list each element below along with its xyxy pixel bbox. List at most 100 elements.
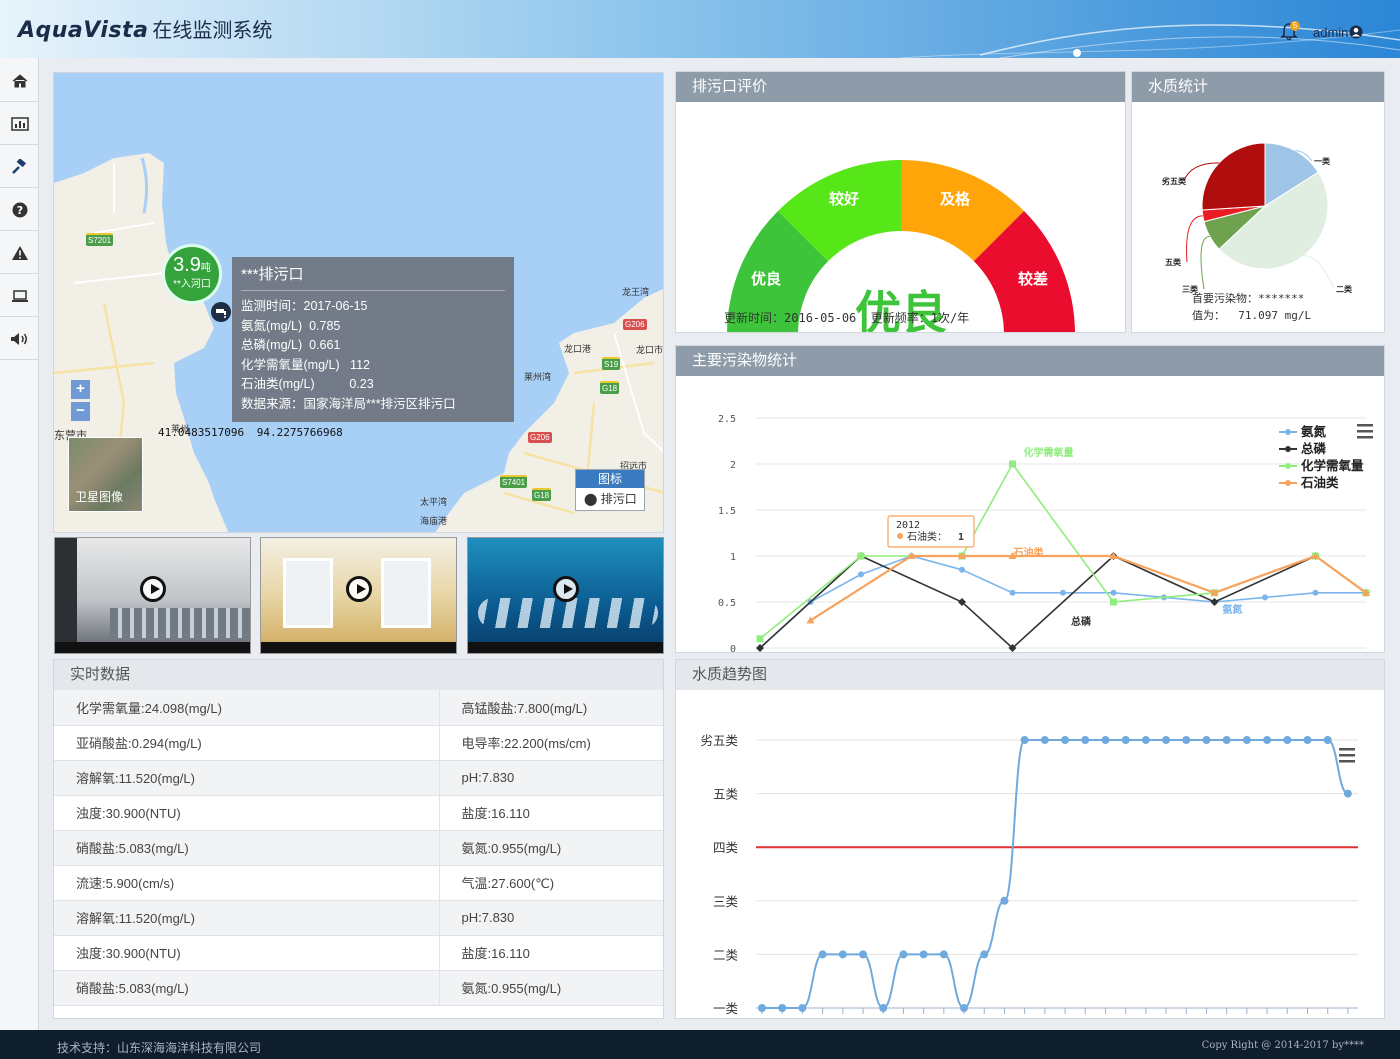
table-cell: 硝酸盐:5.083(mg/L) xyxy=(54,830,440,866)
data-point xyxy=(1110,598,1117,606)
zoom-out-button[interactable]: − xyxy=(71,402,90,421)
data-point xyxy=(1162,736,1171,744)
outlet-bubble[interactable]: 3.9吨 **入河口 xyxy=(162,244,222,304)
place-label: 龙口港 xyxy=(564,344,592,354)
data-point xyxy=(1242,736,1251,744)
quality-stats-title: 水质统计 xyxy=(1132,72,1384,102)
popup-row: 监测时间：2017-06-15 xyxy=(241,299,368,313)
faucet-icon xyxy=(216,309,226,318)
sidebar-home[interactable] xyxy=(0,60,39,102)
play-icon[interactable] xyxy=(346,576,372,602)
table-cell: 溶解氧:11.520(mg/L) xyxy=(54,900,440,936)
legend-marker xyxy=(1285,480,1291,486)
table-cell: 浊度:30.900(NTU) xyxy=(54,795,440,831)
sidebar-warning[interactable] xyxy=(0,232,39,274)
data-point xyxy=(1020,736,1029,744)
data-point xyxy=(939,950,948,959)
gauge-label: 优良 xyxy=(751,270,781,288)
chart-icon xyxy=(10,116,29,131)
road-label: G18 xyxy=(532,488,552,501)
evaluation-gauge: 优良 较好 及格 较差 优良 xyxy=(727,160,1075,340)
main-pollutant-value: 71.097 mg/L xyxy=(1238,309,1312,322)
trend-line xyxy=(762,739,1349,1010)
data-point xyxy=(857,552,865,560)
data-point xyxy=(899,950,908,959)
copyright: Copy Right @ 2014-2017 by**** xyxy=(1201,1040,1364,1051)
data-label: 氨氮 xyxy=(1223,603,1243,616)
quality-stats-panel: 水质统计 一类 二类 三类 五类 劣五类 首要污染物：******* 值为： 71.09… xyxy=(1131,71,1385,333)
table-row: 化学需氧量:24.098(mg/L) 高锰酸盐:7.800(mg/L) xyxy=(54,690,663,726)
user-name[interactable]: admin xyxy=(1313,25,1348,40)
data-point xyxy=(1141,736,1150,744)
satellite-toggle[interactable]: 卫星图像 xyxy=(68,437,143,512)
chart-menu-icon[interactable] xyxy=(1339,748,1355,763)
bubble-unit: 吨 xyxy=(200,263,211,274)
map-coordinates: 41.0483517096 94.2275766968 xyxy=(158,426,343,439)
data-point xyxy=(778,1004,787,1012)
map-view[interactable]: S7201 G206 S19 G18 G206 S7401 G18 龙王湾 龙口… xyxy=(53,72,664,533)
chart-menu-icon[interactable] xyxy=(1357,424,1373,439)
sidebar-device[interactable] xyxy=(0,275,39,317)
legend-item: 石油类 xyxy=(1300,475,1339,490)
table-cell: 气温:27.600(℃) xyxy=(439,865,663,901)
table-cell: 氨氮:0.955(mg/L) xyxy=(439,830,663,866)
road-label: S7201 xyxy=(86,233,114,246)
chart-tooltip: 2012 石油类： 1 xyxy=(887,515,975,548)
sidebar-statistics[interactable] xyxy=(0,103,39,145)
table-cell: 电导率:22.200(ms/cm) xyxy=(439,725,663,761)
data-point xyxy=(1061,736,1070,744)
update-time: 2016-05-06 xyxy=(784,311,857,325)
sidebar-law[interactable] xyxy=(0,146,39,188)
table-cell: 化学需氧量:24.098(mg/L) xyxy=(54,690,440,726)
place-label: 龙口市 xyxy=(636,345,664,355)
place-label: 海庙港 xyxy=(420,516,448,526)
legend-title: 图标 xyxy=(576,470,644,488)
data-label: 石油类 xyxy=(1013,546,1044,559)
table-row: 溶解氧:11.520(mg/L) pH:7.830 xyxy=(54,760,663,796)
tooltip-series: 石油类： xyxy=(907,530,947,543)
y-tick-label: 1.5 xyxy=(718,506,736,517)
zoom-in-button[interactable]: + xyxy=(71,380,90,399)
data-point xyxy=(1343,789,1352,798)
volume-icon xyxy=(10,332,27,345)
road-label: S7401 xyxy=(500,475,528,488)
play-icon[interactable] xyxy=(140,576,166,602)
video-controls[interactable] xyxy=(55,642,250,653)
data-point xyxy=(1121,736,1130,744)
play-icon[interactable] xyxy=(553,576,579,602)
data-point xyxy=(858,571,864,578)
outlet-marker[interactable] xyxy=(211,302,231,322)
road-label: S19 xyxy=(602,357,621,370)
evaluation-panel: 排污口评价 优良 较好 及格 较差 优良 更新时间：2016-05-06 更新频… xyxy=(675,71,1126,340)
video-controls[interactable] xyxy=(261,642,456,653)
sidebar-help[interactable]: ? xyxy=(0,189,39,231)
legend-item: 氨氮 xyxy=(1301,424,1327,439)
y-tick-label: 2 xyxy=(730,460,736,471)
user-circle-icon[interactable] xyxy=(1349,25,1363,39)
svg-text:?: ? xyxy=(16,204,22,217)
table-cell: 流速:5.900(cm/s) xyxy=(54,865,440,901)
data-label: 总磷 xyxy=(1071,615,1092,628)
video-thumbnail[interactable] xyxy=(260,537,457,654)
realtime-data-panel: 实时数据 化学需氧量:24.098(mg/L) 高锰酸盐:7.800(mg/L) 亚… xyxy=(53,659,664,1019)
data-label: 化学需氧量 xyxy=(1024,446,1074,459)
table-cell: 盐度:16.110 xyxy=(439,795,663,831)
table-row: 浊度:30.900(NTU) 盐度:16.110 xyxy=(54,795,663,831)
data-point xyxy=(1222,736,1231,744)
popup-title: ***排污口 xyxy=(241,263,505,291)
data-point xyxy=(758,1004,766,1012)
video-thumbnail[interactable] xyxy=(467,537,664,654)
pie-connector xyxy=(1200,235,1210,290)
data-point xyxy=(879,1004,888,1012)
data-point xyxy=(1312,589,1319,596)
y-category-label: 劣五类 xyxy=(700,733,738,748)
data-point xyxy=(959,566,965,573)
table-row: 流速:5.900(cm/s) 气温:27.600(℃) xyxy=(54,865,663,901)
video-controls[interactable] xyxy=(468,642,663,653)
sidebar-sound[interactable] xyxy=(0,318,39,360)
data-point xyxy=(1283,736,1292,744)
data-point xyxy=(859,950,868,959)
video-thumbnail[interactable] xyxy=(54,537,251,654)
road-label: G18 xyxy=(600,381,620,394)
y-category-label: 三类 xyxy=(713,894,739,909)
